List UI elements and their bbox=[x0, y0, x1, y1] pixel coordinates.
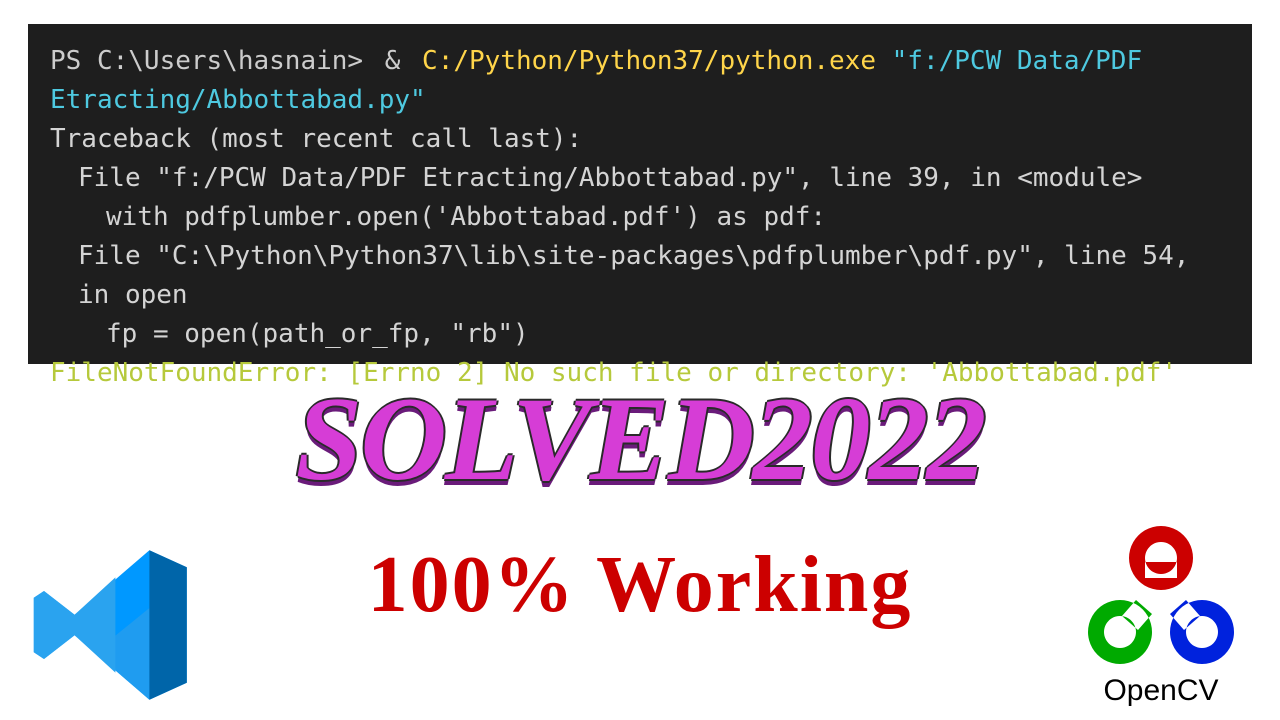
thumbnail-canvas: PS C:\Users\hasnain> & C:/Python/Python3… bbox=[0, 0, 1280, 720]
terminal-command-line: PS C:\Users\hasnain> & C:/Python/Python3… bbox=[50, 42, 1236, 120]
traceback-file-1: File "f:/PCW Data/PDF Etracting/Abbottab… bbox=[50, 159, 1236, 198]
opencv-icon: OpenCV bbox=[1076, 522, 1246, 712]
traceback-code-1: with pdfplumber.open('Abbottabad.pdf') a… bbox=[50, 198, 1236, 237]
python-exe-path: C:/Python/Python37/python.exe bbox=[422, 46, 876, 76]
solved-headline: SOLVED2022 bbox=[0, 370, 1280, 508]
ampersand: & bbox=[385, 46, 401, 76]
traceback-header: Traceback (most recent call last): bbox=[50, 120, 1236, 159]
vscode-icon bbox=[22, 540, 202, 710]
traceback-file-2: File "C:\Python\Python37\lib\site-packag… bbox=[50, 237, 1236, 315]
prompt-text: PS C:\Users\hasnain> bbox=[50, 46, 363, 76]
traceback-code-2: fp = open(path_or_fp, "rb") bbox=[50, 315, 1236, 354]
opencv-label: OpenCV bbox=[1076, 674, 1246, 708]
terminal-window: PS C:\Users\hasnain> & C:/Python/Python3… bbox=[28, 24, 1252, 364]
